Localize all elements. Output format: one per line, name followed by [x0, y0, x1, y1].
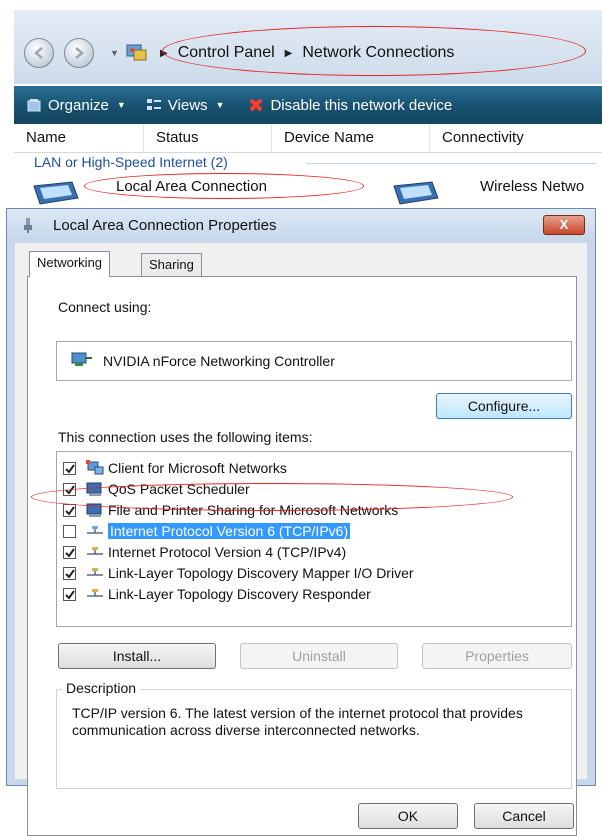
protocol-icon: [87, 547, 103, 555]
network-card-icon: [71, 352, 92, 366]
column-name[interactable]: Name: [14, 124, 144, 152]
network-client-icon: [86, 460, 104, 475]
item-checkbox[interactable]: [63, 524, 76, 538]
close-button[interactable]: X: [543, 215, 585, 235]
item-label: Internet Protocol Version 6 (TCP/IPv6): [108, 523, 351, 539]
item-checkbox[interactable]: [63, 503, 76, 517]
forward-arrow-icon: [75, 47, 84, 59]
item-label: Link-Layer Topology Discovery Responder: [108, 586, 371, 602]
dialog-body: Networking Sharing Connect using: NVIDIA…: [15, 243, 587, 836]
ok-button[interactable]: OK: [358, 803, 458, 829]
network-plug-icon: [24, 218, 32, 233]
item-checkbox[interactable]: [63, 461, 76, 475]
connect-using-label: Connect using:: [58, 299, 152, 315]
item-label: Internet Protocol Version 4 (TCP/IPv4): [108, 544, 347, 560]
control-panel-icon: [126, 44, 147, 61]
description-text: TCP/IP version 6. The latest version of …: [72, 705, 523, 738]
column-header-row: Name Status Device Name Connectivity: [14, 124, 602, 153]
properties-dialog: Local Area Connection Properties X Netwo…: [6, 208, 596, 836]
organize-menu[interactable]: Organize ▼: [26, 97, 126, 114]
chevron-down-icon: ▼: [116, 100, 126, 110]
forward-button[interactable]: [64, 38, 94, 68]
views-menu[interactable]: Views ▼: [146, 96, 225, 114]
description-label: Description: [62, 680, 141, 696]
item-checkbox[interactable]: [63, 566, 76, 580]
column-status[interactable]: Status: [144, 124, 272, 152]
tab-sharing[interactable]: Sharing: [141, 253, 202, 277]
network-connections-window: ▼ ▶ Control Panel ▶ Network Connections …: [14, 10, 602, 210]
back-button[interactable]: [24, 38, 54, 68]
column-device-name[interactable]: Device Name: [272, 124, 430, 152]
item-checkbox[interactable]: [63, 587, 76, 601]
list-item[interactable]: Link-Layer Topology Discovery Responder: [63, 584, 371, 604]
dialog-title: Local Area Connection Properties: [53, 217, 277, 234]
address-bar: ▼ ▶ Control Panel ▶ Network Connections: [14, 10, 602, 84]
disable-device-label: Disable this network device: [270, 96, 453, 114]
list-item-selected[interactable]: Internet Protocol Version 6 (TCP/IPv6): [63, 521, 351, 541]
close-icon: X: [559, 217, 569, 232]
command-toolbar: Organize ▼ Views ▼ Disable this network de…: [14, 86, 602, 124]
checkmark-icon: [65, 505, 75, 516]
adapter-field: NVIDIA nForce Networking Controller: [56, 341, 572, 381]
description-group: [56, 689, 572, 789]
views-icon: [146, 99, 161, 110]
disable-device-button[interactable]: Disable this network device: [248, 97, 452, 114]
annotation-callout: [31, 483, 513, 511]
items-label: This connection uses the following items…: [58, 429, 313, 445]
chevron-down-icon: ▼: [215, 100, 225, 110]
views-label: Views: [167, 96, 208, 114]
properties-button[interactable]: Properties: [422, 643, 572, 669]
cancel-button[interactable]: Cancel: [474, 803, 574, 829]
install-button[interactable]: Install...: [58, 643, 216, 669]
group-header: LAN or High-Speed Internet (2): [34, 154, 228, 170]
wireless-adapter-icon: [393, 181, 439, 205]
configure-button[interactable]: Configure...: [436, 393, 572, 419]
column-connectivity[interactable]: Connectivity: [430, 124, 602, 152]
uninstall-button[interactable]: Uninstall: [240, 643, 398, 669]
checkmark-icon: [65, 568, 75, 579]
organize-label: Organize: [48, 96, 109, 114]
annotation-callout: [162, 26, 586, 76]
protocol-icon: [87, 589, 103, 597]
wireless-connection-item[interactable]: Wireless Netwo: [480, 178, 584, 195]
dialog-titlebar[interactable]: Local Area Connection Properties X: [7, 209, 595, 241]
checkmark-icon: [65, 589, 75, 600]
protocol-icon: [87, 526, 103, 534]
organize-icon: [27, 99, 41, 112]
adapter-name: NVIDIA nForce Networking Controller: [103, 353, 335, 369]
protocol-icon: [87, 568, 103, 576]
tab-networking[interactable]: Networking: [29, 251, 111, 277]
annotation-callout: [84, 173, 364, 199]
back-arrow-icon: [34, 47, 43, 59]
checkmark-icon: [65, 547, 75, 558]
checkmark-icon: [65, 463, 75, 474]
recent-pages-dropdown[interactable]: ▼: [110, 48, 119, 58]
list-item[interactable]: Client for Microsoft Networks: [63, 458, 287, 478]
group-divider: [306, 163, 596, 164]
item-label: Client for Microsoft Networks: [108, 460, 287, 476]
network-adapter-icon: [33, 181, 79, 205]
red-x-icon: [250, 98, 263, 112]
items-list: Client for Microsoft Networks QoS Packet…: [56, 451, 572, 627]
item-checkbox[interactable]: [63, 545, 76, 559]
list-item[interactable]: Internet Protocol Version 4 (TCP/IPv4): [63, 542, 346, 562]
list-item[interactable]: Link-Layer Topology Discovery Mapper I/O…: [63, 563, 414, 583]
item-label: Link-Layer Topology Discovery Mapper I/O…: [108, 565, 414, 581]
networking-panel: Connect using: NVIDIA nForce Networking …: [27, 276, 577, 836]
